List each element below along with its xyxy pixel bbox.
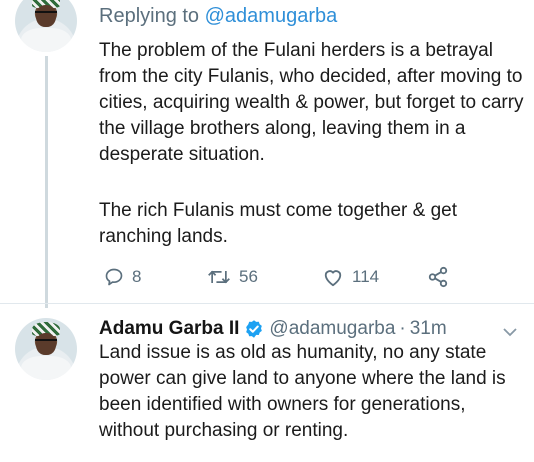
avatar-robe (21, 28, 71, 52)
replying-to-handle-link[interactable]: @adamugarba (205, 5, 338, 27)
reply-count: 8 (132, 267, 142, 286)
share-icon (427, 266, 449, 288)
like-count: 114 (352, 267, 380, 286)
avatar-robe (21, 356, 71, 380)
tweet-timestamp[interactable]: 31m (410, 318, 447, 340)
tweet-text: Land issue is as old as humanity, no any… (99, 342, 506, 441)
tweet-divider (0, 303, 534, 304)
header-separator: · (399, 318, 406, 339)
retweet-count: 56 (239, 267, 258, 286)
avatar[interactable] (15, 318, 77, 380)
avatar[interactable] (15, 0, 77, 52)
author-handle[interactable]: @adamugarba (269, 318, 395, 340)
chevron-down-icon[interactable] (503, 324, 517, 337)
thread-connector-line (45, 56, 48, 308)
share-button[interactable] (427, 264, 449, 290)
comment-icon (104, 267, 124, 287)
retweet-button[interactable]: 56 (207, 264, 258, 290)
tweet-text-paragraph-2: The rich Fulanis must come together & ge… (99, 200, 457, 247)
author-name[interactable]: Adamu Garba II (99, 318, 239, 340)
replying-to-label: Replying to (99, 5, 200, 27)
heart-icon (322, 267, 344, 287)
retweet-icon (207, 267, 231, 287)
like-button[interactable]: 114 (322, 264, 379, 290)
tweet-header: Adamu Garba II @adamugarba · 31m (99, 318, 447, 340)
verified-badge-icon (244, 319, 264, 339)
reply-button[interactable]: 8 (104, 264, 141, 290)
avatar-glasses (35, 339, 57, 346)
avatar-glasses (35, 11, 57, 18)
replying-to-line: Replying to @adamugarba (99, 5, 337, 28)
tweet-text-paragraph-1: The problem of the Fulani herders is a b… (99, 40, 524, 165)
tweet-action-bar: 8 56 114 (104, 264, 464, 290)
